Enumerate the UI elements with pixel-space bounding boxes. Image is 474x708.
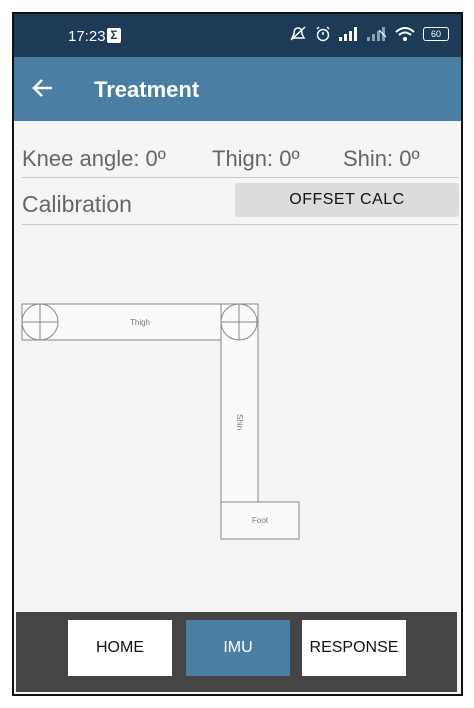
thigh-angle-readout: Thign: 0º <box>212 146 300 171</box>
leg-diagram: Thigh Shin Foot <box>21 303 300 540</box>
status-bar: 17:23 Σ 60 <box>14 14 461 57</box>
signal-no-service-icon <box>367 27 387 41</box>
alarm-icon <box>316 26 330 42</box>
knee-joint-icon <box>220 303 258 341</box>
home-tab-button[interactable]: HOME <box>68 620 172 676</box>
shin-angle-readout: Shin: 0º <box>343 146 420 171</box>
angles-row: Knee angle: 0º Thign: 0º Shin: 0º <box>22 142 458 176</box>
calibration-label: Calibration <box>22 191 132 217</box>
wifi-icon <box>395 27 415 41</box>
divider <box>22 224 458 225</box>
app-bar: Treatment <box>14 57 461 121</box>
foot-label: Foot <box>252 516 269 525</box>
status-time: 17:23 <box>68 28 106 45</box>
response-tab-button[interactable]: RESPONSE <box>302 620 406 676</box>
battery-icon: 60 <box>423 27 449 41</box>
divider <box>22 177 458 178</box>
knee-angle-readout: Knee angle: 0º <box>22 146 166 171</box>
signal-icon <box>339 27 357 41</box>
back-arrow-icon[interactable] <box>30 75 56 101</box>
sigma-notification-icon: Σ <box>107 28 121 43</box>
phone-frame: 17:23 Σ 60 Treatment Knee angle: 0º Thig… <box>12 12 463 696</box>
status-icons: 60 <box>289 26 449 42</box>
page-title: Treatment <box>94 77 200 102</box>
thigh-label: Thigh <box>130 318 150 327</box>
imu-tab-button[interactable]: IMU <box>186 620 290 676</box>
mute-vibrate-icon <box>290 26 306 41</box>
shin-label: Shin <box>235 414 244 430</box>
hip-joint-icon <box>21 303 59 341</box>
bottom-navigation: HOME IMU RESPONSE <box>16 612 457 692</box>
offset-calc-button[interactable]: OFFSET CALC <box>235 183 459 217</box>
